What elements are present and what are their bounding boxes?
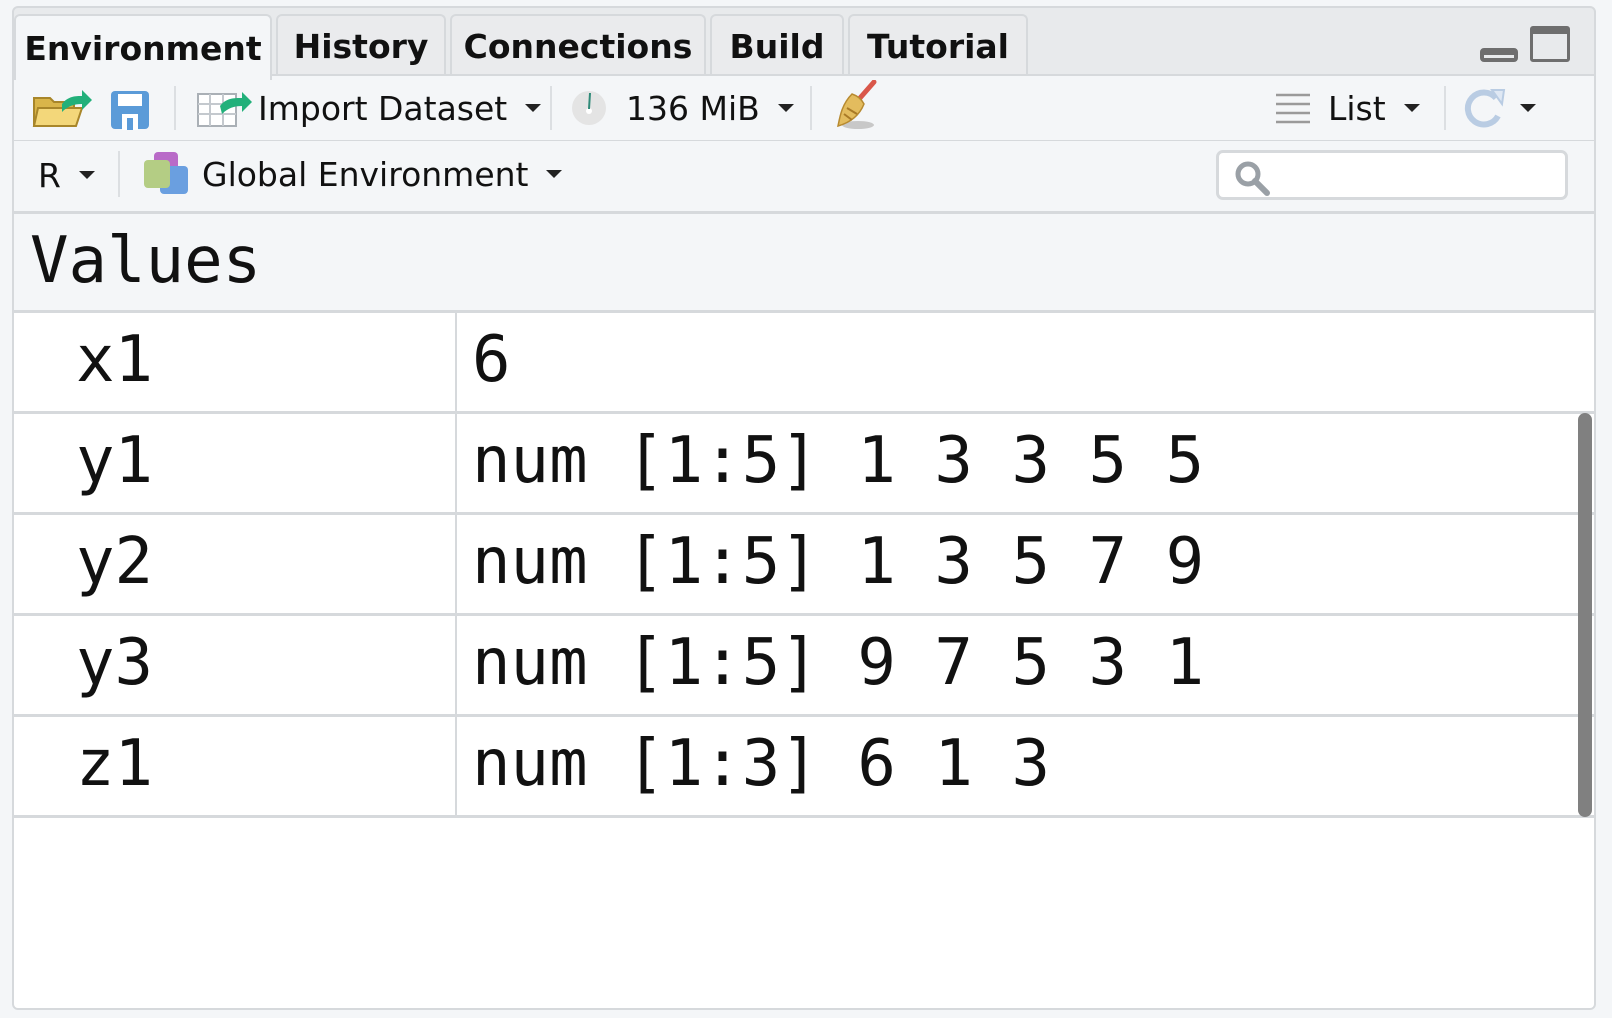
search-input[interactable] (1216, 150, 1568, 200)
refresh-icon (1464, 89, 1506, 128)
variable-value: num [1:5] 1 3 3 5 5 (472, 424, 1205, 498)
tab-label: Environment (24, 28, 262, 68)
toolbar-divider (1444, 86, 1446, 130)
toolbar-divider (118, 151, 120, 197)
broom-icon (837, 80, 877, 129)
tab-label: Connections (463, 26, 693, 66)
clear-workspace-button[interactable] (830, 80, 880, 132)
variable-value: num [1:5] 9 7 5 3 1 (472, 626, 1205, 700)
toolbar-divider (810, 86, 812, 130)
variable-name: y1 (76, 424, 154, 498)
chevron-down-icon (78, 171, 95, 179)
table-row[interactable]: y2 num [1:5] 1 3 5 7 9 (14, 515, 1594, 616)
chevron-down-icon (777, 104, 794, 112)
open-folder-icon (32, 90, 92, 127)
load-workspace-button[interactable] (32, 86, 92, 130)
values-section-header[interactable]: Values (14, 214, 1594, 313)
import-dataset-button[interactable]: Import Dataset (196, 86, 542, 130)
table-row[interactable]: z1 num [1:3] 6 1 3 (14, 717, 1594, 818)
environment-bar: R Global Environment (14, 141, 1594, 214)
section-title: Values (30, 224, 262, 298)
toolbar-divider (174, 86, 176, 130)
refresh-button[interactable] (1462, 86, 1536, 130)
tab-environment[interactable]: Environment (14, 14, 272, 80)
save-workspace-button[interactable] (110, 90, 150, 130)
chevron-down-icon (546, 170, 563, 178)
language-selector[interactable]: R (38, 153, 95, 197)
table-row[interactable]: y1 num [1:5] 1 3 3 5 5 (14, 414, 1594, 515)
tab-build[interactable]: Build (710, 14, 844, 76)
variable-name: y2 (76, 525, 154, 599)
list-icon (1276, 93, 1310, 124)
variable-name: z1 (76, 727, 154, 801)
variable-value: num [1:5] 1 3 5 7 9 (472, 525, 1205, 599)
environment-label: Global Environment (202, 154, 529, 194)
tab-label: Tutorial (867, 26, 1009, 66)
toolbar: Import Dataset 136 MiB List (14, 74, 1594, 143)
values-table: x1 6 y1 num [1:5] 1 3 3 5 5 y2 num [1:5] 1 … (14, 313, 1594, 1008)
tab-history[interactable]: History (276, 14, 446, 76)
import-table-icon (197, 92, 252, 127)
chevron-down-icon (525, 104, 542, 112)
vertical-scrollbar[interactable] (1578, 413, 1592, 817)
table-row[interactable]: x1 6 (14, 313, 1594, 414)
chevron-down-icon (1403, 104, 1420, 112)
environment-selector[interactable]: Global Environment (144, 151, 563, 197)
toolbar-divider (550, 86, 552, 130)
tab-connections[interactable]: Connections (450, 14, 706, 76)
memory-gauge-icon (572, 91, 606, 125)
variable-name: y3 (76, 626, 154, 700)
maximize-pane-button[interactable] (1530, 26, 1570, 62)
table-row[interactable]: y3 num [1:5] 9 7 5 3 1 (14, 616, 1594, 717)
view-mode-button[interactable]: List (1276, 86, 1420, 130)
save-icon (111, 91, 149, 130)
import-dataset-label: Import Dataset (258, 88, 508, 128)
chevron-down-icon (1520, 104, 1536, 112)
variable-value: num [1:3] 6 1 3 (472, 727, 1050, 801)
variable-value: 6 (472, 323, 511, 397)
memory-usage-button[interactable]: 136 MiB (570, 86, 794, 130)
memory-usage-label: 136 MiB (626, 88, 760, 128)
environment-pane: Environment History Connections Build Tu… (12, 6, 1596, 1010)
search-icon (1235, 161, 1270, 196)
language-label: R (38, 155, 61, 195)
variable-name: x1 (76, 323, 154, 397)
view-mode-label: List (1328, 88, 1386, 128)
environment-icon (144, 152, 188, 194)
tab-label: History (293, 26, 429, 66)
tab-bar: Environment History Connections Build Tu… (14, 8, 1594, 80)
tab-label: Build (729, 26, 825, 66)
tab-tutorial[interactable]: Tutorial (848, 14, 1028, 76)
minimize-pane-button[interactable] (1480, 48, 1518, 62)
